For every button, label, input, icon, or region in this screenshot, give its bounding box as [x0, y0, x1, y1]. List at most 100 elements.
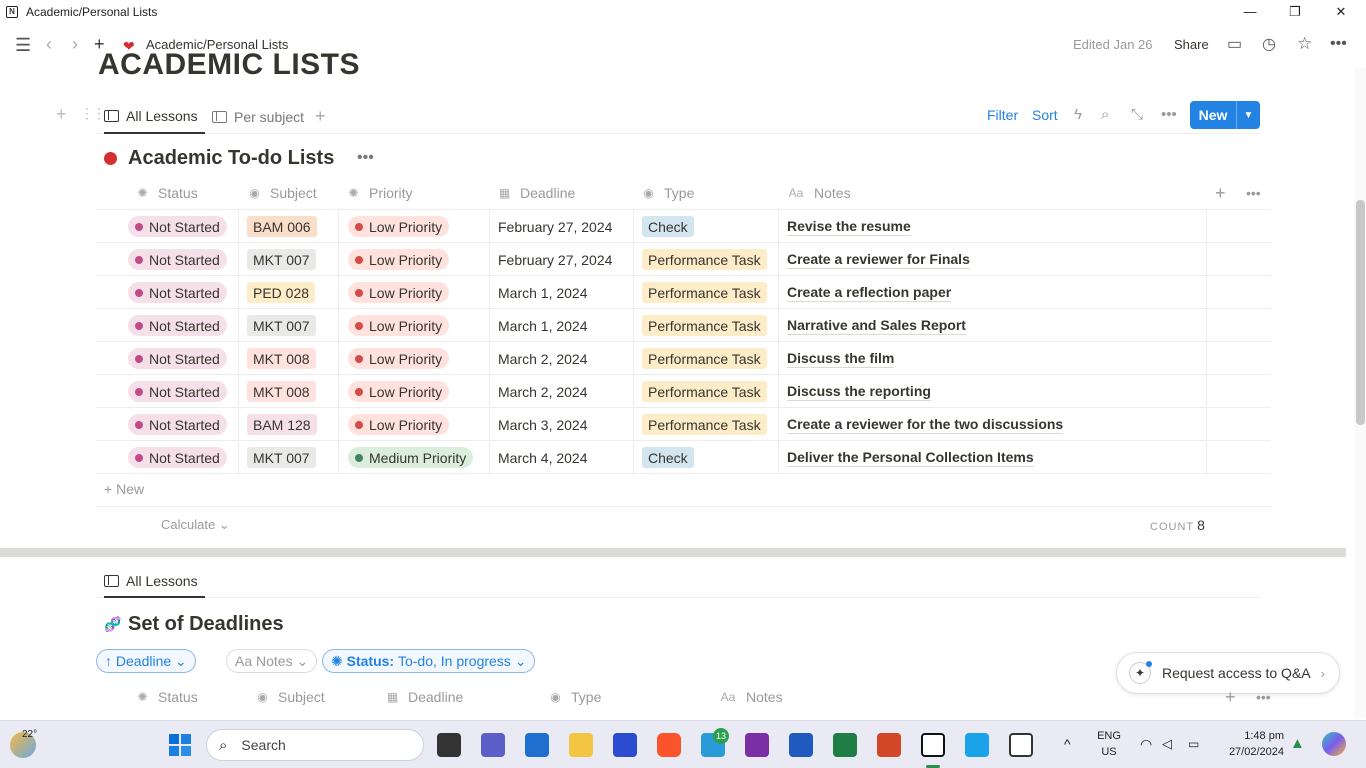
table-row[interactable]: Not Started MKT 008 Low Priority March 2, 2… [96, 342, 1271, 375]
battery-icon[interactable]: ▭ [1188, 737, 1199, 751]
column-notes[interactable]: Aa Notes [787, 176, 851, 210]
notes-link[interactable]: Deliver the Personal Collection Items [787, 449, 1034, 467]
taskbar-search[interactable]: ⌕ Search [206, 729, 424, 761]
database-title-2[interactable]: Set of Deadlines [128, 613, 284, 636]
cell-status[interactable]: Not Started [96, 243, 239, 276]
add-property-icon[interactable]: + [1225, 682, 1236, 712]
file-explorer-icon[interactable] [569, 733, 593, 757]
onenote-icon[interactable] [745, 733, 769, 757]
tab-all-lessons-2[interactable]: All Lessons [104, 566, 205, 598]
automation-bolt-icon[interactable]: ϟ [1074, 106, 1082, 123]
filter-status-chip[interactable]: ✺ Status: To-do, In progress ⌄ [322, 649, 536, 673]
new-record-button[interactable]: New ▼ [1190, 101, 1260, 129]
column-status[interactable]: ✺ Status [136, 682, 197, 712]
cell-priority[interactable]: Low Priority [339, 342, 490, 375]
clickup-icon[interactable] [965, 733, 989, 757]
priority-pill[interactable]: Low Priority [348, 315, 450, 336]
notes-link[interactable]: Create a reflection paper [787, 284, 952, 302]
search-icon[interactable]: ⌕ [1101, 106, 1109, 123]
database-more-icon[interactable]: ••• [357, 149, 374, 167]
task-view-icon[interactable] [437, 733, 461, 757]
cell-type[interactable]: Performance Task [634, 375, 779, 408]
tab-per-subject[interactable]: Per subject [212, 100, 304, 134]
type-tag[interactable]: Performance Task [642, 381, 767, 402]
subject-tag[interactable]: MKT 008 [247, 348, 316, 369]
cell-status[interactable]: Not Started [96, 276, 239, 309]
priority-pill[interactable]: Low Priority [348, 348, 450, 369]
type-tag[interactable]: Performance Task [642, 414, 767, 435]
column-type[interactable]: ◉ Type [549, 682, 601, 712]
add-block-icon[interactable]: + [56, 104, 67, 125]
history-clock-icon[interactable]: ◷ [1262, 36, 1276, 54]
wifi-icon[interactable]: ◠ [1140, 736, 1152, 753]
notes-link[interactable]: Create a reviewer for Finals [787, 251, 970, 269]
table-row[interactable]: Not Started MKT 008 Low Priority March 2, 2… [96, 375, 1271, 408]
pen-app-icon[interactable] [613, 733, 637, 757]
filter-notes-chip[interactable]: Aa Notes ⌄ [226, 649, 318, 673]
cell-subject[interactable]: MKT 007 [239, 243, 339, 276]
comments-icon[interactable]: ▭ [1227, 36, 1242, 54]
cell-notes[interactable]: Deliver the Personal Collection Items [779, 441, 1207, 474]
status-pill[interactable]: Not Started [128, 249, 227, 270]
column-subject[interactable]: ◉ Subject [248, 176, 316, 210]
sidebar-menu-icon[interactable]: ☰ [15, 36, 31, 54]
filter-button[interactable]: Filter [987, 107, 1018, 123]
word-icon[interactable] [789, 733, 813, 757]
cell-notes[interactable]: Create a reviewer for Finals [779, 243, 1207, 276]
forward-arrow-icon[interactable]: › [72, 35, 78, 53]
cell-status[interactable]: Not Started [96, 441, 239, 474]
view-more-icon[interactable]: ••• [1161, 106, 1177, 123]
cell-deadline[interactable]: March 2, 2024 [490, 375, 634, 408]
type-tag[interactable]: Check [642, 216, 694, 237]
table-row[interactable]: Not Started BAM 128 Low Priority March 3, 2… [96, 408, 1271, 441]
cell-priority[interactable]: Low Priority [339, 210, 490, 243]
cell-deadline[interactable]: March 1, 2024 [490, 276, 634, 309]
subject-tag[interactable]: MKT 008 [247, 381, 316, 402]
notes-link[interactable]: Narrative and Sales Report [787, 317, 966, 335]
cell-notes[interactable]: Narrative and Sales Report [779, 309, 1207, 342]
cell-type[interactable]: Performance Task [634, 276, 779, 309]
column-deadline[interactable]: ▦ Deadline [386, 682, 463, 712]
database-title[interactable]: Academic To-do Lists [128, 147, 334, 170]
cell-notes[interactable]: Discuss the film [779, 342, 1207, 375]
table-row[interactable]: Not Started MKT 007 Low Priority February 2… [96, 243, 1271, 276]
cell-type[interactable]: Check [634, 441, 779, 474]
type-tag[interactable]: Performance Task [642, 348, 767, 369]
cell-subject[interactable]: MKT 008 [239, 342, 339, 375]
cell-type[interactable]: Performance Task [634, 342, 779, 375]
subject-tag[interactable]: BAM 128 [247, 414, 317, 435]
status-pill[interactable]: Not Started [128, 282, 227, 303]
status-pill[interactable]: Not Started [128, 348, 227, 369]
cell-notes[interactable]: Create a reviewer for the two discussion… [779, 408, 1207, 441]
cell-deadline[interactable]: March 3, 2024 [490, 408, 634, 441]
priority-pill[interactable]: Low Priority [348, 381, 450, 402]
close-button[interactable]: ✕ [1318, 0, 1364, 23]
cell-priority[interactable]: Low Priority [339, 309, 490, 342]
teams-icon[interactable] [481, 733, 505, 757]
cell-subject[interactable]: MKT 007 [239, 441, 339, 474]
subject-tag[interactable]: MKT 007 [247, 447, 316, 468]
table-row[interactable]: Not Started PED 028 Low Priority March 1, 2… [96, 276, 1271, 309]
cell-priority[interactable]: Low Priority [339, 375, 490, 408]
cell-type[interactable]: Performance Task [634, 243, 779, 276]
cell-subject[interactable]: MKT 007 [239, 309, 339, 342]
cell-subject[interactable]: PED 028 [239, 276, 339, 309]
type-tag[interactable]: Check [642, 447, 694, 468]
priority-pill[interactable]: Low Priority [348, 216, 450, 237]
table-row[interactable]: Not Started BAM 006 Low Priority February 2… [96, 210, 1271, 243]
cell-subject[interactable]: BAM 006 [239, 210, 339, 243]
status-pill[interactable]: Not Started [128, 381, 227, 402]
sort-button[interactable]: Sort [1032, 107, 1058, 123]
cell-status[interactable]: Not Started [96, 375, 239, 408]
more-options-icon[interactable]: ••• [1330, 35, 1347, 53]
calculate-dropdown[interactable]: Calculate ⌄ [161, 517, 230, 533]
add-row-button[interactable]: + New [104, 481, 144, 497]
cell-type[interactable]: Check [634, 210, 779, 243]
notes-link[interactable]: Create a reviewer for the two discussion… [787, 416, 1064, 434]
cell-priority[interactable]: Low Priority [339, 243, 490, 276]
column-notes[interactable]: Aa Notes [719, 682, 783, 712]
cell-type[interactable]: Performance Task [634, 309, 779, 342]
cell-status[interactable]: Not Started [96, 309, 239, 342]
cell-priority[interactable]: Medium Priority [339, 441, 490, 474]
cell-subject[interactable]: MKT 008 [239, 375, 339, 408]
